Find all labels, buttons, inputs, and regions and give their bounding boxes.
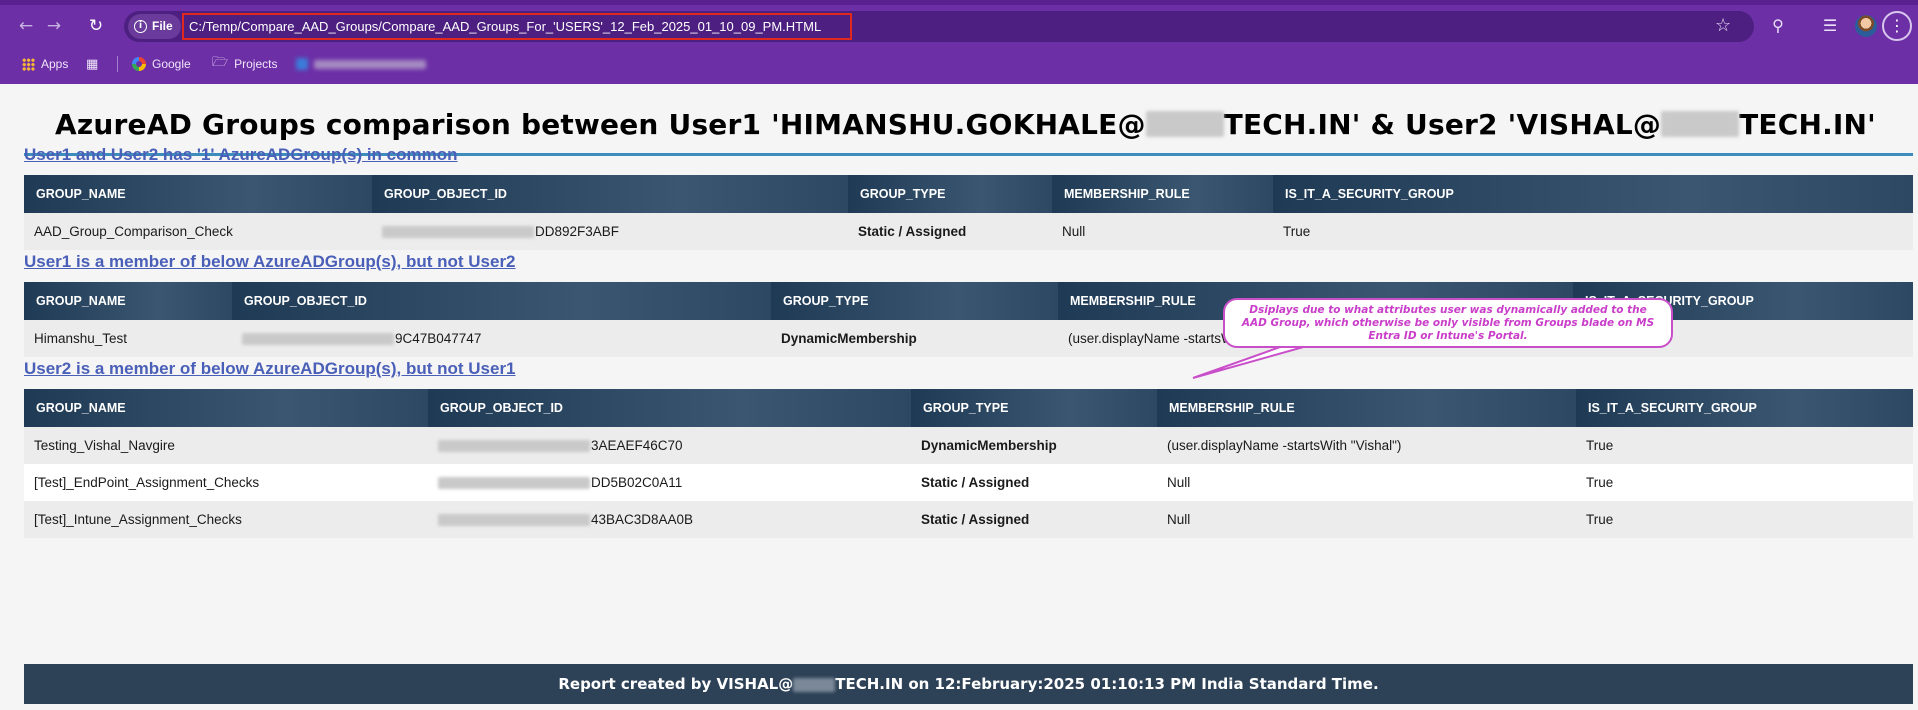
object-id-cell: 9C47B047747: [232, 320, 771, 357]
redacted-id: [438, 440, 590, 453]
menu-icon[interactable]: ⋮: [1882, 11, 1912, 41]
redacted-domain: [1661, 111, 1740, 137]
extensions-icon[interactable]: ⚲: [1766, 14, 1790, 38]
column-header-group-type: GROUP_TYPE: [771, 282, 1058, 320]
object-id-cell: DD892F3ABF: [372, 213, 848, 250]
bookmark-projects-label: Projects: [234, 57, 278, 71]
title-part-2: TECH.IN' & User2 'VISHAL@: [1223, 108, 1662, 141]
star-icon[interactable]: ☆: [1715, 14, 1731, 38]
table-header-row: GROUP_NAME GROUP_OBJECT_ID GROUP_TYPE ME…: [24, 389, 1913, 427]
table-row: AAD_Group_Comparison_Check DD892F3ABF St…: [24, 213, 1913, 250]
object-id-cell: DD5B02C0A11: [428, 464, 911, 501]
back-icon[interactable]: ←: [14, 14, 38, 38]
footer-part-2: TECH.IN on 12:February:2025 01:10:13 PM …: [835, 675, 1379, 693]
bookmark-favicon: [296, 58, 308, 70]
object-id-cell: 43BAC3D8AA0B: [428, 501, 911, 538]
membership-rule-callout: Dsiplays due to what attributes user was…: [1223, 298, 1673, 348]
site-chip-label: File: [152, 19, 173, 33]
redacted-bookmark-label: [314, 59, 426, 69]
apps-icon: [22, 57, 35, 71]
bookmark-apps[interactable]: Apps: [22, 52, 68, 76]
membership-rule-cell: (user.displayName -startsWith "Vishal"): [1157, 427, 1576, 464]
column-header-group-type: GROUP_TYPE: [911, 389, 1157, 427]
column-header-group-name: GROUP_NAME: [24, 175, 372, 213]
section-heading-common[interactable]: User1 and User2 has '1' AzureADGroup(s) …: [24, 145, 458, 165]
url-text[interactable]: C:/Temp/Compare_AAD_Groups/Compare_AAD_G…: [182, 13, 852, 40]
common-groups-table: GROUP_NAME GROUP_OBJECT_ID GROUP_TYPE ME…: [24, 175, 1913, 250]
security-group-cell: True: [1273, 213, 1913, 250]
group-type-cell: Static / Assigned: [911, 501, 1157, 538]
media-icon[interactable]: ☰: [1818, 14, 1842, 38]
column-header-object-id: GROUP_OBJECT_ID: [372, 175, 848, 213]
column-header-security-group: IS_IT_A_SECURITY_GROUP: [1576, 389, 1913, 427]
group-type-cell: Static / Assigned: [848, 213, 1052, 250]
google-icon: [132, 57, 146, 71]
column-header-group-name: GROUP_NAME: [24, 389, 428, 427]
section-heading-user2-only[interactable]: User2 is a member of below AzureADGroup(…: [24, 359, 516, 379]
forward-icon[interactable]: →: [42, 14, 66, 38]
report-title: AzureAD Groups comparison between User1 …: [19, 108, 1912, 141]
column-header-object-id: GROUP_OBJECT_ID: [232, 282, 771, 320]
folder-icon: 🗁: [212, 55, 229, 70]
bookmark-separator: [117, 56, 118, 72]
column-header-group-name: GROUP_NAME: [24, 282, 232, 320]
security-group-cell: True: [1576, 501, 1913, 538]
object-id-cell: 3AEAEF46C70: [428, 427, 911, 464]
redacted-id: [382, 226, 534, 239]
user2-only-table: GROUP_NAME GROUP_OBJECT_ID GROUP_TYPE ME…: [24, 389, 1913, 538]
membership-rule-cell: Null: [1052, 213, 1273, 250]
bookmark-google-label: Google: [152, 57, 191, 71]
redacted-domain: [1145, 111, 1224, 137]
group-name-cell: [Test]_Intune_Assignment_Checks: [24, 501, 428, 538]
group-name-cell: AAD_Group_Comparison_Check: [24, 213, 372, 250]
membership-rule-cell: Null: [1157, 501, 1576, 538]
tab-strip-edge: [0, 0, 1918, 5]
redacted-domain: [793, 677, 836, 692]
redacted-id: [438, 514, 590, 527]
column-header-membership-rule: MEMBERSHIP_RULE: [1052, 175, 1273, 213]
section-heading-user1-only[interactable]: User1 is a member of below AzureADGroup(…: [24, 252, 516, 272]
title-part-1: AzureAD Groups comparison between User1 …: [55, 108, 1146, 141]
info-icon: i: [134, 20, 147, 33]
table-row: [Test]_Intune_Assignment_Checks 43BAC3D8…: [24, 501, 1913, 538]
reload-icon[interactable]: ↻: [84, 14, 108, 38]
redacted-id: [438, 477, 590, 490]
report-page: AzureAD Groups comparison between User1 …: [5, 84, 1918, 710]
group-type-cell: DynamicMembership: [771, 320, 1058, 357]
site-info-chip[interactable]: i File: [128, 14, 181, 39]
table-row: [Test]_EndPoint_Assignment_Checks DD5B02…: [24, 464, 1913, 501]
membership-rule-cell: Null: [1157, 464, 1576, 501]
bookmark-google[interactable]: Google: [132, 52, 191, 76]
security-group-cell: True: [1576, 427, 1913, 464]
redacted-id: [242, 333, 394, 346]
report-footer: Report created by VISHAL@ TECH.IN on 12:F…: [24, 664, 1913, 704]
column-header-group-type: GROUP_TYPE: [848, 175, 1052, 213]
column-header-security-group: IS_IT_A_SECURITY_GROUP: [1273, 175, 1913, 213]
column-header-object-id: GROUP_OBJECT_ID: [428, 389, 911, 427]
security-group-cell: True: [1576, 464, 1913, 501]
table-row: Testing_Vishal_Navgire 3AEAEF46C70 Dynam…: [24, 427, 1913, 464]
group-type-cell: DynamicMembership: [911, 427, 1157, 464]
group-type-cell: Static / Assigned: [911, 464, 1157, 501]
bookmark-apps-label: Apps: [41, 57, 69, 71]
table-header-row: GROUP_NAME GROUP_OBJECT_ID GROUP_TYPE ME…: [24, 175, 1913, 213]
bookmark-projects[interactable]: 🗁 Projects: [212, 52, 277, 76]
group-name-cell: Testing_Vishal_Navgire: [24, 427, 428, 464]
group-name-cell: Himanshu_Test: [24, 320, 232, 357]
browser-toolbar: ← → ↻ i File C:/Temp/Compare_AAD_Groups/…: [0, 0, 1918, 84]
footer-part-1: Report created by VISHAL@: [558, 675, 794, 693]
column-header-membership-rule: MEMBERSHIP_RULE: [1157, 389, 1576, 427]
group-name-cell: [Test]_EndPoint_Assignment_Checks: [24, 464, 428, 501]
avatar[interactable]: [1855, 15, 1877, 37]
title-part-3: TECH.IN': [1739, 108, 1876, 141]
bookmark-redacted[interactable]: [296, 52, 426, 76]
tab-grid-icon[interactable]: ▦: [86, 52, 98, 76]
